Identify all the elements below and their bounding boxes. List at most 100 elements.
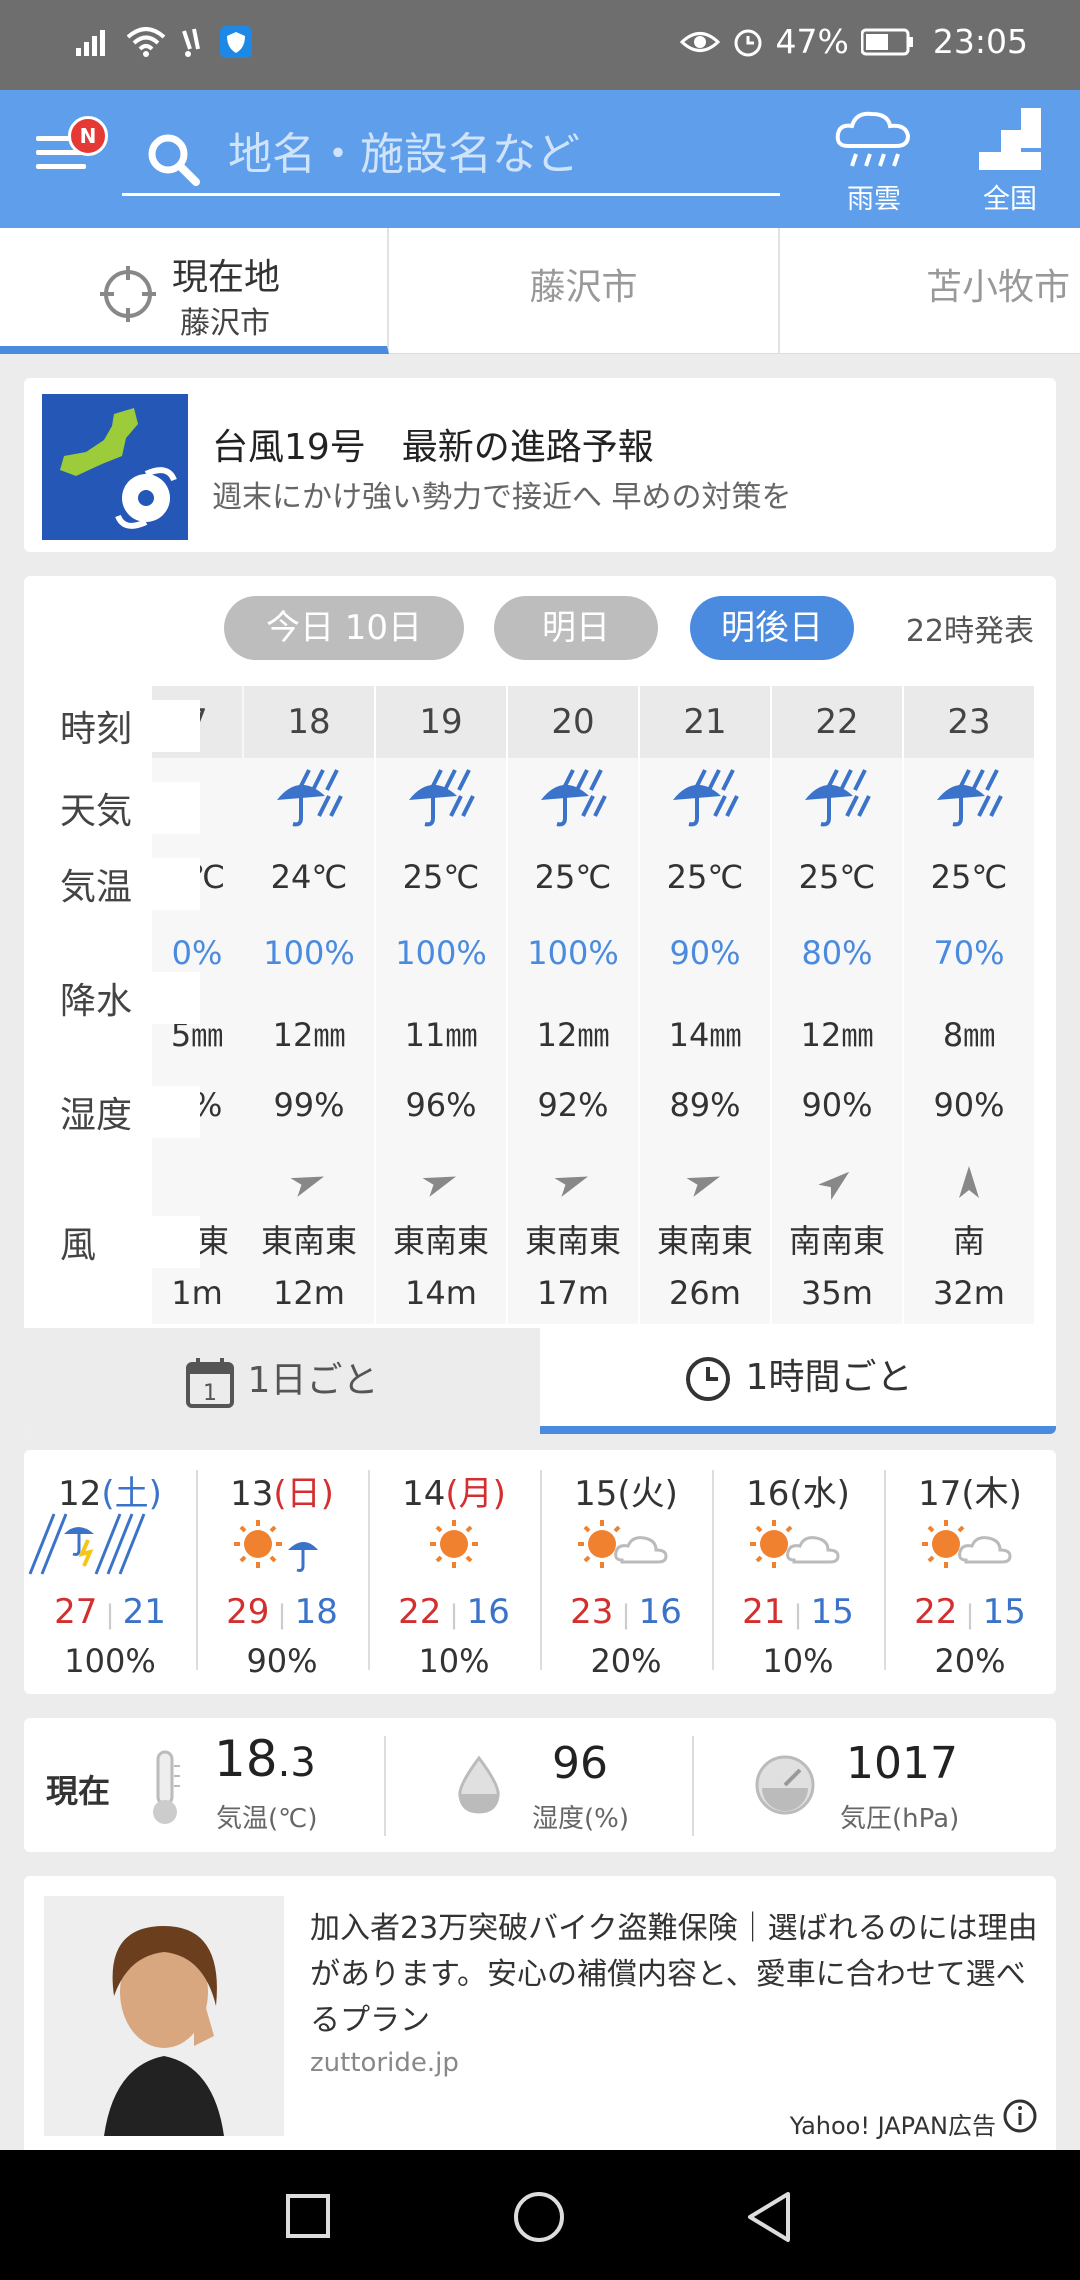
news-subtitle: 週末にかけ強い勢力で接近へ 早めの対策を [212, 480, 792, 515]
high-temp: 22 [398, 1592, 442, 1632]
day-temps: 27 | 21 [54, 1592, 166, 1632]
temp-cell: 25℃ [930, 858, 1008, 896]
national-button[interactable]: 全国 [960, 108, 1060, 216]
wind-direction-icon [290, 1176, 325, 1197]
humidity-unit: 湿度(%) [532, 1804, 629, 1834]
humidity-cell: 92% [537, 1086, 609, 1124]
ad-sponsor: Yahoo! JAPAN広告 [789, 2112, 996, 2140]
umbrella-rain-icon [673, 769, 739, 827]
day-precip-prob: 90% [246, 1642, 318, 1680]
sun-cloud-icon [922, 1520, 1012, 1568]
battery-percent: 47% [775, 22, 849, 61]
precip-amount-cell: 8㎜ [942, 1016, 996, 1054]
day-forecast[interactable]: 17(木) 22 | 15 20% [884, 1450, 1056, 1694]
temp-unit: 気温(℃) [216, 1804, 318, 1834]
low-temp: 21 [122, 1592, 166, 1632]
day-date: 17(木) [918, 1474, 1022, 1514]
row-label-temp: 気温 [60, 858, 200, 910]
day-date: 15(火) [574, 1474, 678, 1514]
tab-today[interactable]: 今日 10日 [224, 596, 464, 660]
calendar-icon: 1 [185, 1358, 234, 1408]
notification-icon [182, 28, 200, 57]
hour-cell: 18 [244, 686, 374, 758]
umbrella-rain-icon [277, 769, 343, 827]
tab-current-city: 藤沢市 [180, 306, 270, 341]
menu-button[interactable]: N [36, 116, 108, 176]
low-temp: 18 [294, 1592, 338, 1632]
day-temps: 23 | 16 [570, 1592, 682, 1632]
clock: 23:05 [932, 22, 1028, 61]
weekly-forecast-card[interactable]: 12(土) 27 | 21 100% 13(日) 29 | 18 90% 14(月) 22 |… [24, 1450, 1056, 1694]
recent-apps-icon[interactable] [284, 2192, 332, 2240]
humidity-drop-icon [458, 1755, 500, 1814]
ad-card[interactable]: 加入者23万突破バイク盗難保険｜選ばれるのには理由があります。安心の補償内容と、… [24, 1876, 1056, 2166]
tab-tomorrow[interactable]: 明日 [494, 596, 658, 660]
national-label: 全国 [983, 184, 1037, 215]
high-temp: 23 [570, 1592, 614, 1632]
interval-toggle: 1 1日ごと 1時間ごと [24, 1328, 1056, 1434]
security-app-icon [220, 26, 252, 58]
ad-text: 加入者23万突破バイク盗難保険｜選ばれるのには理由があります。安心の補償内容と、… [310, 1911, 1038, 2038]
typhoon-news-card[interactable]: 台風19号 最新の進路予報 週末にかけ強い勢力で接近へ 早めの対策を [24, 378, 1056, 552]
wind-direction-icon [422, 1176, 457, 1197]
temp-cell: 24℃ [270, 858, 348, 896]
hour-cell: 20 [508, 686, 638, 758]
daily-view-label: 1日ごと [247, 1360, 379, 1401]
home-icon[interactable] [512, 2190, 566, 2244]
precip-prob-cell: 80% [801, 934, 873, 972]
umbrella-rain-icon [805, 769, 871, 827]
storm-icon [28, 1513, 146, 1575]
wind-dir-cell: 東南東 [656, 1222, 753, 1260]
current-temp: 18.3 [214, 1730, 316, 1788]
row-label-precip: 降水 [60, 972, 200, 1024]
day-forecast[interactable]: 13(日) 29 | 18 90% [196, 1450, 368, 1694]
tab-tomakomai[interactable]: 苫小牧市 [780, 228, 1080, 354]
day-precip-prob: 20% [590, 1642, 662, 1680]
wind-speed-cell: 14m [405, 1274, 477, 1312]
low-temp: 15 [810, 1592, 854, 1632]
low-temp: 15 [982, 1592, 1026, 1632]
search-bar[interactable] [122, 120, 780, 196]
day-date: 13(日) [230, 1474, 334, 1514]
wind-dir-cell: 東南東 [524, 1222, 621, 1260]
rain-radar-button[interactable]: 雨雲 [824, 108, 924, 216]
row-label-weather: 天気 [60, 782, 200, 834]
hourly-view-button[interactable]: 1時間ごと [540, 1328, 1056, 1434]
ad-domain: zuttoride.jp [310, 2048, 459, 2078]
day-precip-prob: 100% [64, 1642, 156, 1680]
day-temps: 22 | 16 [398, 1592, 510, 1632]
high-temp: 21 [742, 1592, 786, 1632]
wind-dir-cell: 南 [952, 1222, 985, 1260]
eye-icon [679, 31, 720, 52]
notification-badge: N [68, 116, 108, 156]
high-temp: 29 [226, 1592, 270, 1632]
battery-icon [860, 28, 913, 55]
wifi-icon [126, 27, 166, 57]
wind-dir-cell: 南南東 [788, 1222, 885, 1260]
tab-fujisawa[interactable]: 藤沢市 [389, 228, 780, 354]
day-forecast[interactable]: 12(土) 27 | 21 100% [24, 1450, 196, 1694]
svg-text:1: 1 [203, 1381, 217, 1406]
day-forecast[interactable]: 16(水) 21 | 15 10% [712, 1450, 884, 1694]
location-tabs: 現在地 藤沢市 藤沢市 苫小牧市 [0, 228, 1080, 354]
tab-current-label: 現在地 [172, 257, 281, 298]
precip-prob-cell: 70% [933, 934, 1005, 972]
humidity-cell: 90% [933, 1086, 1005, 1124]
day-forecast[interactable]: 15(火) 23 | 16 20% [540, 1450, 712, 1694]
hour-cell: 23 [904, 686, 1034, 758]
sun-icon [430, 1520, 478, 1568]
search-input[interactable] [228, 126, 748, 182]
wind-speed-cell: 1m [171, 1274, 223, 1312]
tab-current-location[interactable]: 現在地 藤沢市 [0, 228, 389, 354]
daily-view-button[interactable]: 1 1日ごと [24, 1328, 540, 1434]
wind-speed-cell: 17m [537, 1274, 609, 1312]
row-label-humidity: 湿度 [60, 1086, 200, 1138]
info-icon[interactable] [1002, 2098, 1038, 2134]
day-precip-prob: 10% [418, 1642, 490, 1680]
day-date: 16(水) [746, 1474, 850, 1514]
day-forecast[interactable]: 14(月) 22 | 16 10% [368, 1450, 540, 1694]
temp-cell: 25℃ [402, 858, 480, 896]
tab-day-after-tomorrow[interactable]: 明後日 [690, 596, 854, 660]
back-icon[interactable] [744, 2190, 794, 2244]
wind-direction-icon [686, 1176, 721, 1197]
